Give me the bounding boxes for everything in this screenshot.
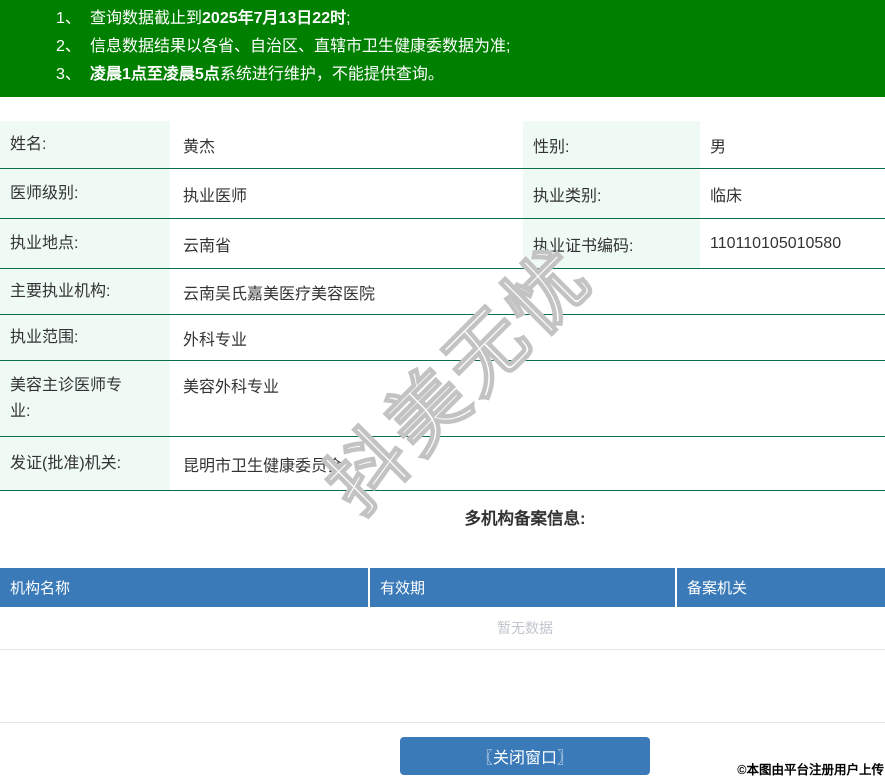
field-label-issuing-authority: 发证(批准)机关: bbox=[0, 437, 170, 490]
field-value-practice-place: 云南省 bbox=[183, 237, 232, 255]
table-row: 执业范围: 外科专业 bbox=[0, 315, 885, 361]
column-header-filing-authority: 备案机关 bbox=[687, 580, 748, 597]
field-value-doctor-level: 执业医师 bbox=[183, 187, 248, 205]
query-result-page: 1、 查询数据截止到2025年7月13日22时; 2、 信息数据结果以各省、自治… bbox=[0, 0, 885, 780]
notice-line-3: 3、 凌晨1点至凌晨5点系统进行维护，不能提供查询。 bbox=[0, 61, 885, 89]
notice-number: 1、 bbox=[56, 10, 81, 27]
empty-state-text: 暂无数据 bbox=[0, 607, 885, 650]
field-value-practice-scope: 外科专业 bbox=[183, 331, 248, 349]
field-label-practice-place: 执业地点: bbox=[0, 219, 170, 268]
field-value-name: 黄杰 bbox=[183, 138, 216, 156]
table-row: 姓名: 黄杰 性别: 男 bbox=[0, 121, 885, 169]
field-value-certificate-no: 110110105010580 bbox=[710, 234, 842, 252]
table-row: 医师级别: 执业医师 执业类别: 临床 bbox=[0, 169, 885, 219]
divider bbox=[0, 650, 885, 723]
field-label-doctor-level: 医师级别: bbox=[0, 169, 170, 218]
copyright-note: ©本图由平台注册用户上传 bbox=[737, 763, 884, 777]
column-header-validity-period: 有效期 bbox=[370, 568, 677, 607]
field-label-main-institution: 主要执业机构: bbox=[0, 269, 170, 314]
table-row: 主要执业机构: 云南吴氏嘉美医疗美容医院 bbox=[0, 269, 885, 315]
field-label-practice-scope: 执业范围: bbox=[0, 315, 170, 360]
notice-line-2: 2、 信息数据结果以各省、自治区、直辖市卫生健康委数据为准; bbox=[0, 33, 885, 61]
filing-table-header: 机构名称 有效期 备案机关 bbox=[0, 568, 885, 607]
column-header-institution-name: 机构名称 bbox=[0, 568, 370, 607]
field-label-gender: 性别: bbox=[520, 121, 700, 168]
field-label-name: 姓名: bbox=[0, 121, 170, 168]
field-value-gender: 男 bbox=[710, 138, 727, 156]
field-value-cosmetic-specialty: 美容外科专业 bbox=[183, 379, 280, 396]
notice-text: 信息数据结果以各省、自治区、直辖市卫生健康委数据为准; bbox=[90, 38, 511, 55]
field-value-practice-category: 临床 bbox=[710, 187, 743, 205]
notice-line-1: 1、 查询数据截止到2025年7月13日22时; bbox=[0, 5, 885, 33]
notice-number: 2、 bbox=[56, 38, 81, 55]
filing-section-title: 多机构备案信息: bbox=[464, 510, 586, 528]
close-window-button[interactable]: 〖关闭窗口〗 bbox=[400, 737, 650, 775]
table-row: 美容主诊医师专业: 美容外科专业 bbox=[0, 361, 885, 437]
result-content: 姓名: 黄杰 性别: 男 医师级别: 执业医师 执业类别: 临床 执业地点: 云… bbox=[0, 121, 885, 775]
notice-text: 查询数据截止到2025年7月13日22时; bbox=[90, 10, 351, 27]
field-value-issuing-authority: 昆明市卫生健康委员会 bbox=[183, 457, 344, 475]
notice-panel: 1、 查询数据截止到2025年7月13日22时; 2、 信息数据结果以各省、自治… bbox=[0, 0, 885, 97]
notice-text: 凌晨1点至凌晨5点系统进行维护，不能提供查询。 bbox=[90, 66, 444, 83]
field-label-certificate-no: 执业证书编码: bbox=[520, 219, 700, 268]
table-row: 发证(批准)机关: 昆明市卫生健康委员会 bbox=[0, 437, 885, 491]
notice-number: 3、 bbox=[56, 66, 81, 83]
field-label-cosmetic-specialty: 美容主诊医师专业: bbox=[0, 361, 170, 436]
field-value-main-institution: 云南吴氏嘉美医疗美容医院 bbox=[183, 285, 376, 303]
field-label-practice-category: 执业类别: bbox=[520, 169, 700, 218]
doctor-info-table: 姓名: 黄杰 性别: 男 医师级别: 执业医师 执业类别: 临床 执业地点: 云… bbox=[0, 121, 885, 491]
table-row: 执业地点: 云南省 执业证书编码: 110110105010580 bbox=[0, 219, 885, 269]
